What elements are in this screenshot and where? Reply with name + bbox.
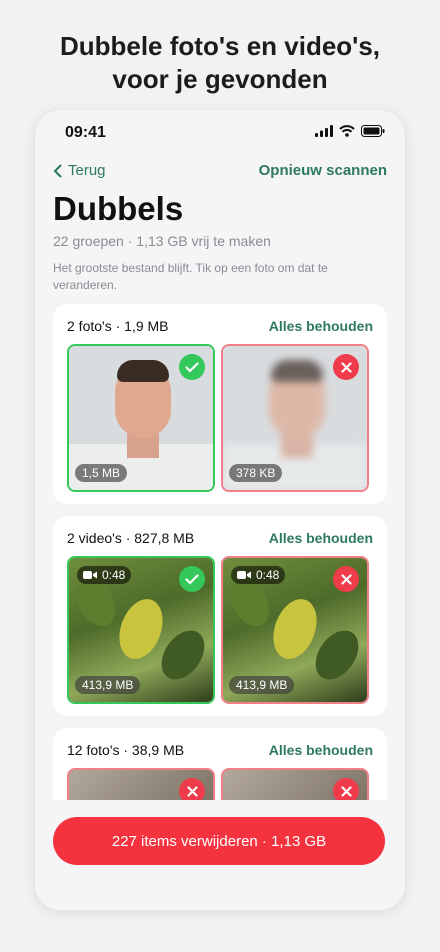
back-button[interactable]: Terug [53, 162, 106, 179]
file-size: 378 KB [229, 464, 283, 482]
photo-thumbnail-delete[interactable]: 378 KB [221, 344, 369, 492]
file-size: 413,9 MB [229, 676, 295, 694]
group-card: 2 foto's · 1,9 MB Alles behouden 1,5 MB [53, 304, 387, 504]
video-thumbnail-keep[interactable]: 0:48 413,9 MB [67, 556, 215, 704]
file-size: 413,9 MB [75, 676, 141, 694]
delete-items-button[interactable]: 227 items verwijderen · 1,13 GB [53, 817, 385, 865]
video-duration: 0:48 [77, 566, 132, 584]
video-thumbnail-delete[interactable]: 0:48 413,9 MB [221, 556, 369, 704]
status-time: 09:41 [65, 124, 106, 141]
wifi-icon [339, 125, 355, 137]
rescan-button[interactable]: Opnieuw scannen [259, 162, 387, 179]
status-bar: 09:41 [35, 110, 405, 154]
headline-line-1: Dubbele foto's en video's, [59, 31, 381, 61]
chevron-left-icon [53, 164, 62, 177]
duration-label: 0:48 [256, 568, 280, 582]
photo-thumbnail-keep[interactable]: 1,5 MB [67, 344, 215, 492]
page-title: Dubbels [53, 190, 184, 227]
file-size: 1,5 MB [75, 464, 128, 482]
keep-all-button[interactable]: Alles behouden [269, 742, 373, 758]
duration-label: 0:48 [102, 568, 126, 582]
close-icon [333, 354, 359, 380]
keep-all-button[interactable]: Alles behouden [269, 530, 373, 546]
checkmark-icon [179, 566, 205, 592]
nav-row: Terug Opnieuw scannen [53, 162, 387, 184]
page-hint: Het grootste bestand blijft. Tik op een … [53, 261, 328, 292]
status-icons [315, 125, 385, 137]
signal-icon [315, 125, 333, 137]
group-count: 12 foto's · 38,9 MB [67, 742, 185, 758]
close-icon [333, 566, 359, 592]
group-count: 2 video's · 827,8 MB [67, 530, 195, 546]
battery-icon [361, 125, 385, 137]
group-card: 2 video's · 827,8 MB Alles behouden 0:48… [53, 516, 387, 716]
keep-all-button[interactable]: Alles behouden [269, 318, 373, 334]
video-camera-icon [237, 571, 251, 579]
page-subtitle: 22 groepen · 1,13 GB vrij te maken [53, 233, 271, 249]
video-camera-icon [83, 571, 97, 579]
group-count: 2 foto's · 1,9 MB [67, 318, 169, 334]
promo-headline: Dubbele foto's en video's, voor je gevon… [0, 30, 440, 96]
video-duration: 0:48 [231, 566, 286, 584]
back-label: Terug [68, 162, 106, 179]
headline-line-2: voor je gevonden [112, 64, 328, 94]
phone-screen: 09:41 Terug Opnieuw scannen Dubbels 22 g… [35, 110, 405, 910]
checkmark-icon [179, 354, 205, 380]
